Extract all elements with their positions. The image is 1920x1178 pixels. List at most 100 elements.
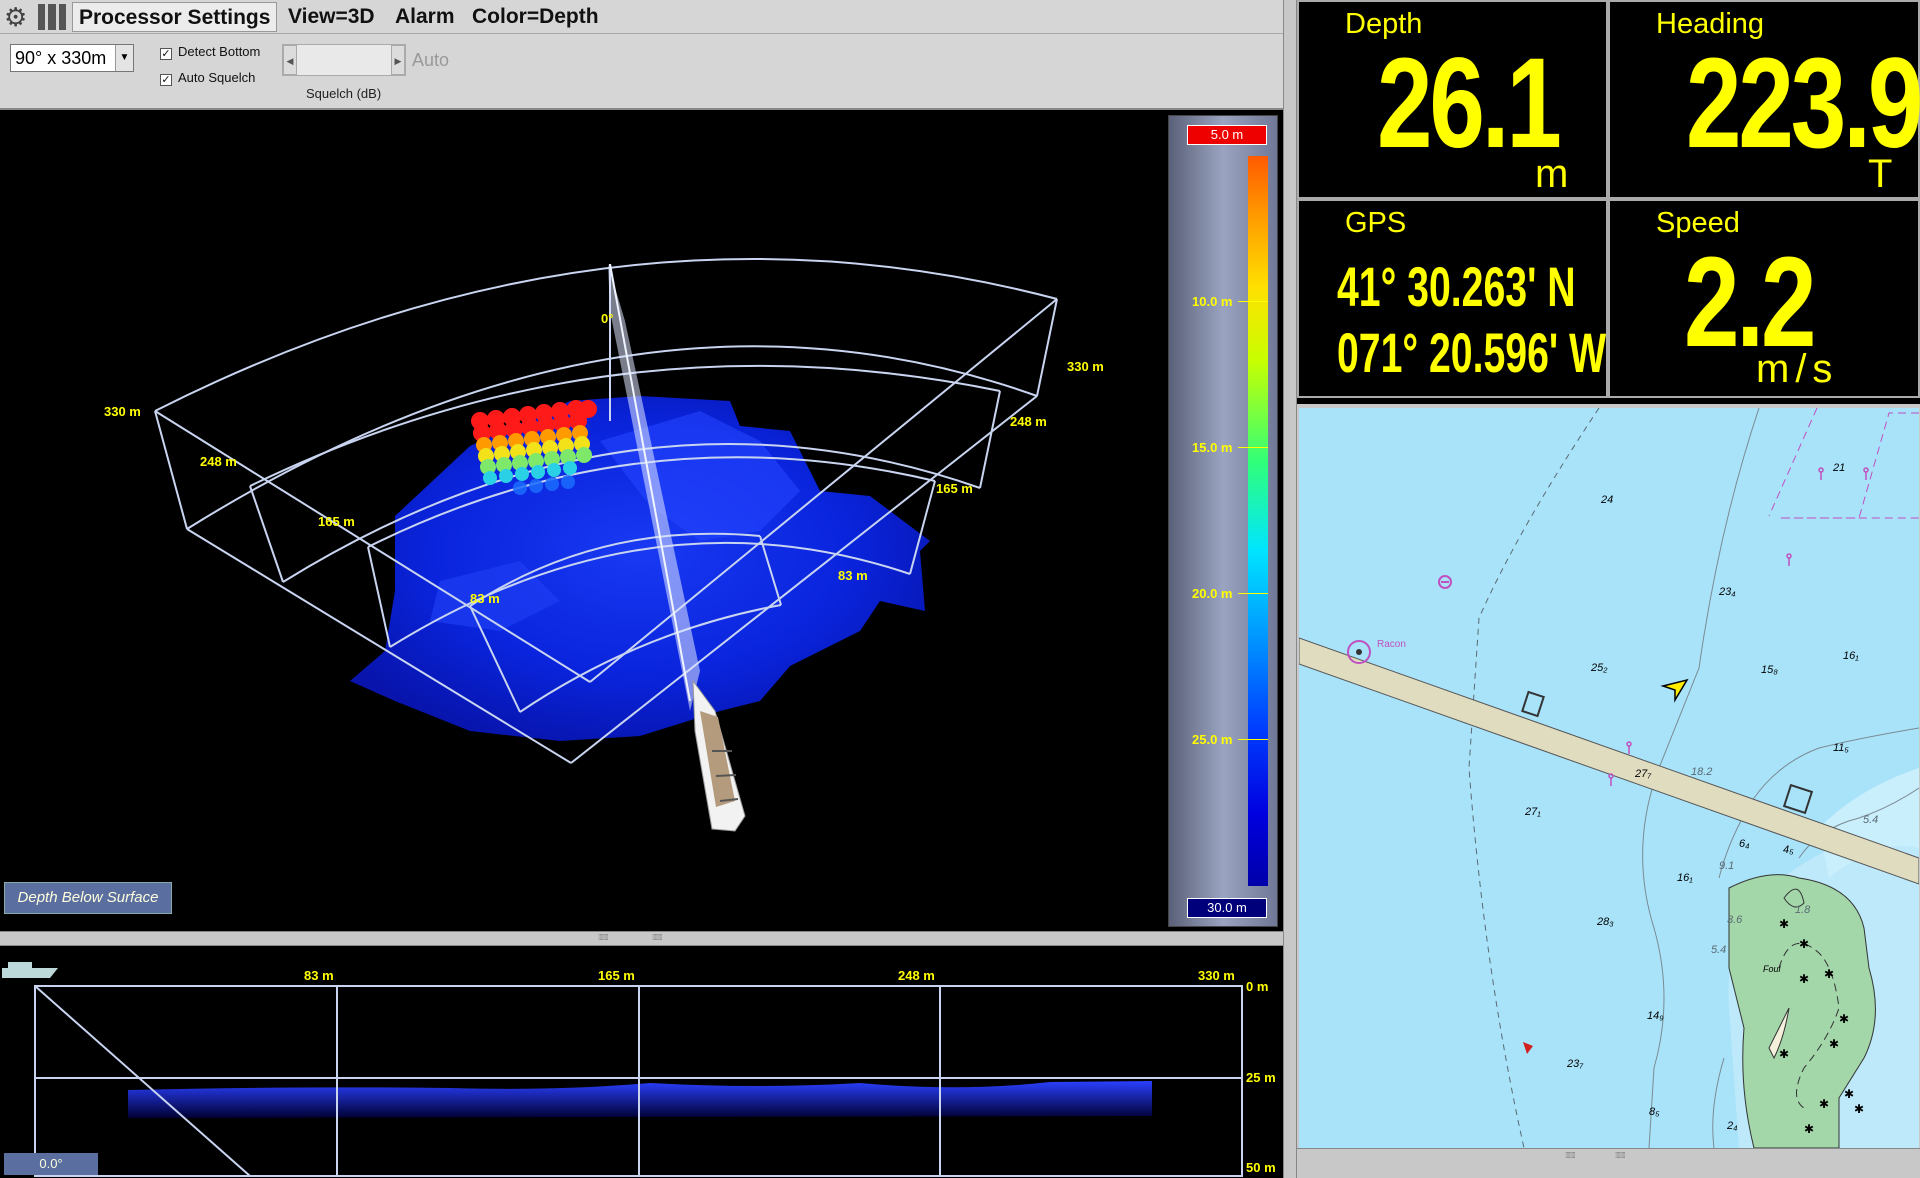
sounding: 27₇ bbox=[1635, 768, 1652, 780]
foul-label: Foul bbox=[1763, 964, 1781, 974]
side-range-label: 248 m bbox=[898, 968, 935, 983]
chart-bottom-splitter[interactable]: ⁞⁞⁞⁞⁞⁞⁞⁞ ⁞⁞⁞⁞⁞⁞⁞⁞ bbox=[1297, 1148, 1920, 1178]
cable-route bbox=[1299, 637, 1919, 885]
menu-bar: ⚙ Processor Settings View=3D Alarm Color… bbox=[0, 0, 1283, 34]
squelch-label: Squelch (dB) bbox=[306, 86, 382, 101]
gear-icon[interactable]: ⚙ bbox=[4, 3, 27, 31]
checkmark-icon: ✓ bbox=[160, 74, 172, 86]
range-label-left-83: 83 m bbox=[470, 591, 500, 606]
svg-text:✱: ✱ bbox=[1779, 1047, 1789, 1061]
colorbar-max-depth[interactable]: 30.0 m bbox=[1187, 898, 1267, 918]
range-select[interactable]: 90° x 330m ▼ bbox=[10, 44, 134, 72]
sounding: 14₉ bbox=[1647, 1010, 1664, 1022]
slider-left-arrow-icon[interactable]: ◀ bbox=[283, 45, 297, 75]
processor-toolbar: 90° x 330m ▼ ✓ Detect Bottom ✓ Auto Squelc… bbox=[0, 34, 1283, 110]
grip-icon: ⁞⁞⁞⁞⁞⁞⁞⁞ bbox=[598, 933, 609, 942]
sounding: 4₅ bbox=[1783, 844, 1794, 856]
slider-right-arrow-icon[interactable]: ▶ bbox=[391, 45, 405, 75]
auto-squelch-checkbox[interactable]: ✓ Auto Squelch bbox=[160, 70, 255, 86]
gps-panel[interactable]: GPS 41° 30.263' N 071° 20.596' W bbox=[1297, 199, 1608, 398]
side-range-label: 330 m bbox=[1198, 968, 1235, 983]
sounding: 1.8 bbox=[1795, 904, 1811, 916]
range-label-right-83: 83 m bbox=[838, 568, 868, 583]
gps-longitude: 071° 20.596' W bbox=[1337, 321, 1607, 384]
heading-unit: T bbox=[1868, 152, 1893, 196]
range-label-left-165: 165 m bbox=[318, 514, 355, 529]
detect-bottom-checkbox[interactable]: ✓ Detect Bottom bbox=[160, 44, 260, 60]
sounding: 18.2 bbox=[1691, 766, 1713, 778]
sounding: 25₂ bbox=[1591, 662, 1608, 674]
svg-text:✱: ✱ bbox=[1829, 1037, 1839, 1051]
heading-value: 223.9 bbox=[1686, 32, 1920, 175]
sounding: 3.6 bbox=[1727, 914, 1743, 926]
svg-text:✱: ✱ bbox=[1779, 917, 1789, 931]
side-range-label: 165 m bbox=[598, 968, 635, 983]
depth-panel[interactable]: Depth 26.1 m bbox=[1297, 0, 1608, 199]
sounding: 9.1 bbox=[1719, 860, 1735, 872]
svg-text:✱: ✱ bbox=[1799, 937, 1809, 951]
vessel-side-icon bbox=[2, 968, 58, 978]
depth-value: 26.1 bbox=[1377, 32, 1562, 175]
chevron-down-icon[interactable]: ▼ bbox=[115, 45, 133, 71]
sonar-3d-scene bbox=[154, 258, 1058, 832]
squelch-auto-label: Auto bbox=[412, 50, 450, 70]
sounding: 5.4 bbox=[1711, 944, 1727, 956]
own-ship-icon bbox=[1660, 678, 1689, 703]
view-mode-menu[interactable]: View=3D bbox=[282, 2, 381, 32]
vertical-splitter[interactable] bbox=[1283, 0, 1297, 1178]
sonar-side-view[interactable]: 83 m 165 m 248 m 330 m 0 m 25 m 50 m bbox=[0, 946, 1283, 1178]
range-select-value: 90° x 330m bbox=[15, 48, 107, 68]
colorbar-tick: 20.0 m bbox=[1192, 586, 1233, 601]
colorbar-tick: 25.0 m bbox=[1192, 732, 1233, 747]
detect-bottom-label: Detect Bottom bbox=[178, 44, 261, 59]
sounding: 27₁ bbox=[1525, 806, 1541, 818]
sounding: 23₄ bbox=[1719, 586, 1736, 598]
nav-chart[interactable]: ✱ ✱ ✱ ✱ ✱ ✱ ✱ ✱ ✱ ✱ ✱ Racon Foul 21 24 23₄ 16₁ … bbox=[1299, 408, 1919, 1148]
side-view-scene bbox=[2, 962, 1243, 1177]
speed-panel[interactable]: Speed 2.2 m/s bbox=[1608, 199, 1920, 398]
alarm-menu[interactable]: Alarm bbox=[389, 2, 461, 32]
colorbar-min-depth[interactable]: 5.0 m bbox=[1187, 125, 1267, 145]
sounding: 15₈ bbox=[1761, 664, 1778, 676]
svg-text:✱: ✱ bbox=[1844, 1087, 1854, 1101]
range-label-right-248: 248 m bbox=[1010, 414, 1047, 429]
svg-text:✱: ✱ bbox=[1839, 1012, 1849, 1026]
range-label-right-165: 165 m bbox=[936, 481, 973, 496]
horizontal-splitter[interactable]: ⁞⁞⁞⁞⁞⁞⁞⁞ ⁞⁞⁞⁞⁞⁞⁞⁞ bbox=[0, 931, 1283, 946]
colorbar-tick: 10.0 m bbox=[1192, 294, 1233, 309]
depth-color-gradient bbox=[1248, 156, 1268, 886]
svg-text:✱: ✱ bbox=[1819, 1097, 1829, 1111]
sounding: 24 bbox=[1601, 494, 1614, 506]
sounding: 11₅ bbox=[1833, 742, 1849, 754]
sounding: 16₁ bbox=[1677, 872, 1693, 884]
sounding: 2₄ bbox=[1727, 1120, 1738, 1132]
color-mode-menu[interactable]: Color=Depth bbox=[466, 2, 605, 32]
sounding: 28₃ bbox=[1597, 916, 1614, 928]
gps-latitude: 41° 30.263' N bbox=[1337, 255, 1576, 318]
chart-drawing: ✱✱✱ ✱✱✱ ✱✱✱ ✱✱ bbox=[1299, 408, 1919, 1148]
range-label-left-330: 330 m bbox=[104, 404, 141, 419]
speed-unit: m/s bbox=[1756, 347, 1839, 391]
svg-text:✱: ✱ bbox=[1824, 967, 1834, 981]
colorbar-tick: 15.0 m bbox=[1192, 440, 1233, 455]
sounding: 8₅ bbox=[1649, 1106, 1660, 1118]
grip-icon: ⁞⁞⁞⁞⁞⁞⁞⁞ bbox=[1565, 1151, 1576, 1160]
depth-mode-button[interactable]: Depth Below Surface bbox=[4, 882, 172, 914]
heading-panel[interactable]: Heading 223.9 T bbox=[1608, 0, 1920, 199]
range-label-right-330: 330 m bbox=[1067, 359, 1104, 374]
sonar-3d-view[interactable]: 0° 330 m 248 m 165 m 83 m 330 m 248 m 16… bbox=[0, 111, 1283, 931]
side-grid bbox=[34, 985, 1243, 1177]
processor-settings-menu[interactable]: Processor Settings bbox=[72, 2, 278, 32]
svg-text:✱: ✱ bbox=[1854, 1102, 1864, 1116]
tilt-angle-badge[interactable]: 0.0° bbox=[4, 1153, 98, 1175]
squelch-slider[interactable]: ◀ ▶ bbox=[282, 44, 406, 76]
sounding: 23₇ bbox=[1567, 1058, 1584, 1070]
panel-layout-icon[interactable] bbox=[38, 4, 66, 30]
sounding: 16₁ bbox=[1843, 650, 1859, 662]
side-depth-label: 0 m bbox=[1246, 979, 1269, 994]
grip-icon: ⁞⁞⁞⁞⁞⁞⁞⁞ bbox=[1615, 1151, 1626, 1160]
sounding: 6₄ bbox=[1739, 838, 1750, 850]
sounding: 21 bbox=[1833, 462, 1846, 474]
auto-squelch-label: Auto Squelch bbox=[178, 70, 256, 85]
side-depth-label: 50 m bbox=[1246, 1160, 1276, 1175]
